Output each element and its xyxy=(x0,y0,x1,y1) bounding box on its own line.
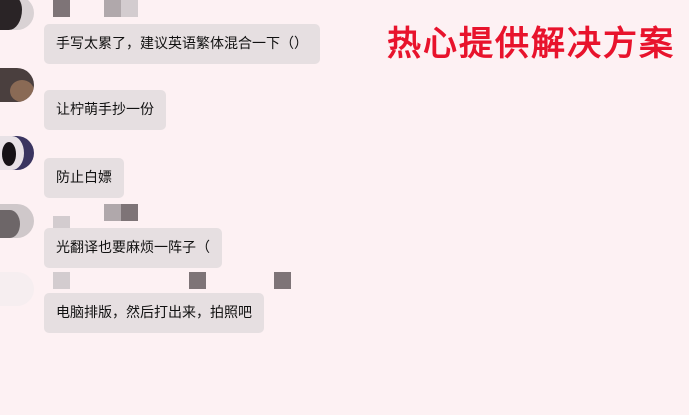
avatar[interactable] xyxy=(0,136,34,170)
message-bubble[interactable]: 光翻译也要麻烦一阵子（ xyxy=(44,228,222,268)
avatar[interactable] xyxy=(0,204,34,238)
message-row: 手写太累了，建议英语繁体混合一下（） xyxy=(0,0,360,64)
message-bubble[interactable]: 电脑排版，然后打出来，拍照吧 xyxy=(44,293,264,333)
message-row: 让柠萌手抄一份 xyxy=(0,68,360,130)
overlay-caption: 热心提供解决方案 xyxy=(387,24,675,64)
message-row: 防止白嫖 xyxy=(0,136,360,198)
message-bubble[interactable]: 手写太累了，建议英语繁体混合一下（） xyxy=(44,24,320,64)
chat-area: 手写太累了，建议英语繁体混合一下（） 让柠萌手抄一份 防止白嫖 光翻译也要麻烦一… xyxy=(0,0,689,415)
message-row: 光翻译也要麻烦一阵子（ xyxy=(0,204,360,268)
message-row: 电脑排版，然后打出来，拍照吧 xyxy=(0,272,360,333)
message-bubble[interactable]: 让柠萌手抄一份 xyxy=(44,90,166,130)
avatar[interactable] xyxy=(0,0,34,30)
avatar[interactable] xyxy=(0,272,34,306)
avatar[interactable] xyxy=(0,68,34,102)
message-bubble[interactable]: 防止白嫖 xyxy=(44,158,124,198)
